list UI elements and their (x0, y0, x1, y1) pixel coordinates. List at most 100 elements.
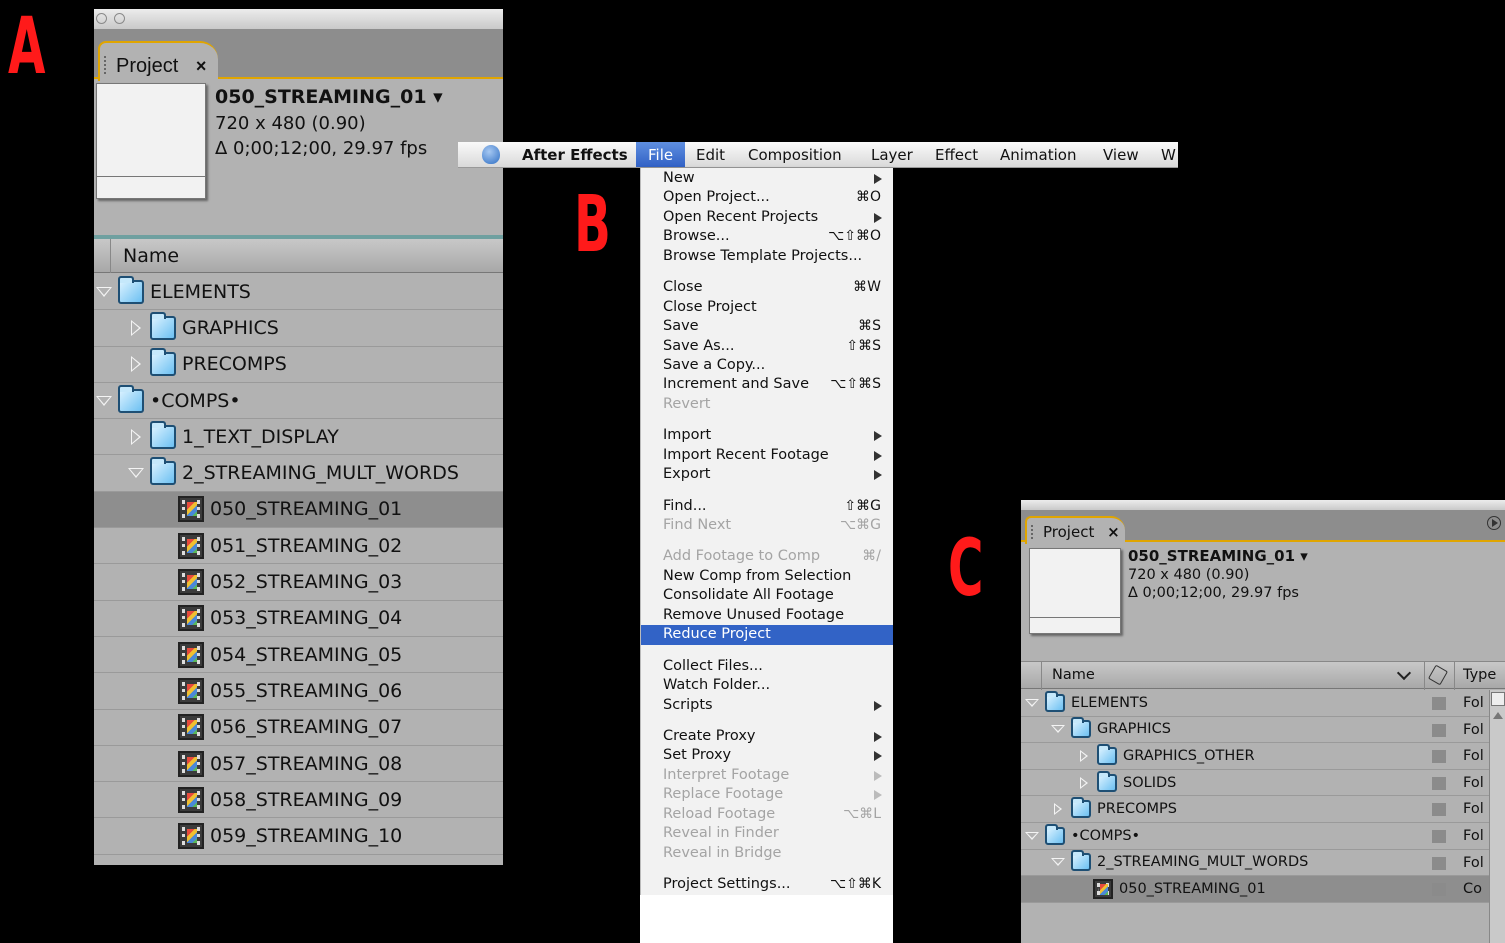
twirl-down-icon[interactable] (96, 395, 112, 406)
scrollbar[interactable] (1489, 690, 1505, 943)
minimize-window-icon[interactable] (114, 13, 125, 24)
twirl-down-icon[interactable] (96, 286, 112, 297)
menu-item-save-a-copy[interactable]: Save a Copy... (641, 356, 893, 375)
tree-row[interactable]: GRAPHICS_OTHER Fol (1021, 743, 1505, 770)
tree-row[interactable]: 050_STREAMING_01 Co (1021, 876, 1505, 903)
column-name[interactable]: Name (110, 239, 179, 273)
grip-icon[interactable] (1031, 525, 1033, 539)
menu-edit[interactable]: Edit (696, 142, 725, 167)
menu-item-watch-folder[interactable]: Watch Folder... (641, 676, 893, 695)
menu-item-increment-and-save[interactable]: Increment and Save ⌥⇧⌘S (641, 375, 893, 394)
menu-effect[interactable]: Effect (935, 142, 978, 167)
tree-row[interactable]: 057_STREAMING_08 (94, 746, 503, 783)
label-color-swatch[interactable] (1432, 829, 1446, 843)
apple-icon[interactable] (482, 145, 500, 164)
tree-row[interactable]: •COMPS• Fol (1021, 823, 1505, 850)
label-color-swatch[interactable] (1432, 856, 1446, 870)
tree-row[interactable]: PRECOMPS (94, 347, 503, 383)
menu-item-save-as[interactable]: Save As... ⇧⌘S (641, 337, 893, 356)
menu-item-close-project[interactable]: Close Project (641, 298, 893, 317)
menu-item-browse-template-projects[interactable]: Browse Template Projects... (641, 247, 893, 266)
tree-row[interactable]: 058_STREAMING_09 (94, 782, 503, 819)
column-type[interactable]: Type (1454, 662, 1496, 690)
label-color-swatch[interactable] (1432, 883, 1446, 897)
menu-item-reduce-project[interactable]: Reduce Project (641, 625, 893, 645)
flowchart-icon[interactable] (1491, 692, 1505, 706)
tab-close-icon[interactable]: × (1107, 523, 1120, 541)
tree-row[interactable]: 1_TEXT_DISPLAY (94, 419, 503, 456)
tree-row[interactable]: 059_STREAMING_10 (94, 818, 503, 855)
menu-item-set-proxy[interactable]: Set Proxy (641, 746, 893, 765)
close-window-icon[interactable] (96, 13, 107, 24)
menu-item-open-project[interactable]: Open Project... ⌘O (641, 188, 893, 207)
comp-name-dropdown[interactable]: 050_STREAMING_01 ▾ (1128, 546, 1308, 566)
tree-row[interactable]: GRAPHICS (94, 310, 503, 347)
menu-item-scripts[interactable]: Scripts (641, 696, 893, 715)
twirl-right-icon[interactable] (1080, 749, 1088, 762)
panel-menu-icon[interactable] (1487, 516, 1501, 530)
tree-row[interactable]: 2_STREAMING_MULT_WORDS Fol (1021, 850, 1505, 877)
menu-item-close[interactable]: Close ⌘W (641, 278, 893, 297)
tree-row[interactable]: 051_STREAMING_02 (94, 528, 503, 565)
label-color-swatch[interactable] (1432, 803, 1446, 817)
menu-separator (641, 535, 893, 547)
tree-row[interactable]: 055_STREAMING_06 (94, 673, 503, 710)
menu-item-create-proxy[interactable]: Create Proxy (641, 727, 893, 746)
menu-view[interactable]: View (1103, 142, 1139, 167)
menu-layer[interactable]: Layer (871, 142, 913, 167)
menu-item-collect-files[interactable]: Collect Files... (641, 657, 893, 676)
tree-row[interactable]: ELEMENTS Fol (1021, 690, 1505, 717)
menu-composition[interactable]: Composition (748, 142, 842, 167)
tree-row[interactable]: ELEMENTS (94, 274, 503, 311)
menu-item-label: Browse Template Projects... (663, 247, 863, 264)
menu-item-browse[interactable]: Browse... ⌥⇧⌘O (641, 227, 893, 246)
twirl-down-icon[interactable] (1051, 858, 1065, 867)
menu-app-name[interactable]: After Effects (522, 142, 628, 167)
twirl-right-icon[interactable] (131, 356, 141, 373)
tree-row[interactable]: 052_STREAMING_03 (94, 564, 503, 601)
scroll-up-icon[interactable] (1493, 712, 1503, 719)
twirl-right-icon[interactable] (1080, 776, 1088, 789)
menu-file[interactable]: File (636, 142, 686, 167)
tab-project[interactable]: Project × (1025, 516, 1125, 544)
menu-item-new-comp-from-selection[interactable]: New Comp from Selection (641, 567, 893, 586)
menu-item-remove-unused-footage[interactable]: Remove Unused Footage (641, 606, 893, 625)
grip-icon[interactable] (104, 56, 108, 74)
menu-item-export[interactable]: Export (641, 465, 893, 484)
menu-item-new[interactable]: New (641, 169, 893, 188)
twirl-down-icon[interactable] (1025, 698, 1039, 707)
twirl-down-icon[interactable] (1051, 725, 1065, 734)
label-color-swatch[interactable] (1432, 750, 1446, 764)
column-name[interactable]: Name (1041, 662, 1421, 690)
twirl-right-icon[interactable] (131, 319, 141, 336)
tree-row[interactable]: SOLIDS Fol (1021, 770, 1505, 797)
label-color-swatch[interactable] (1432, 697, 1446, 710)
menu-window[interactable]: W (1161, 142, 1176, 167)
tree-row[interactable]: PRECOMPS Fol (1021, 796, 1505, 823)
label-color-swatch[interactable] (1432, 776, 1446, 790)
twirl-down-icon[interactable] (1025, 831, 1039, 840)
tree-row[interactable]: 056_STREAMING_07 (94, 710, 503, 746)
menu-item-consolidate-all-footage[interactable]: Consolidate All Footage (641, 586, 893, 605)
menu-animation[interactable]: Animation (1000, 142, 1076, 167)
comp-name-dropdown[interactable]: 050_STREAMING_01 ▾ (215, 83, 443, 111)
menu-item-save[interactable]: Save ⌘S (641, 317, 893, 336)
tree-row[interactable]: 2_STREAMING_MULT_WORDS (94, 455, 503, 492)
tree-row[interactable]: 054_STREAMING_05 (94, 637, 503, 674)
menu-item-import[interactable]: Import (641, 426, 893, 445)
menu-item-find[interactable]: Find... ⇧⌘G (641, 497, 893, 516)
tree-row[interactable]: GRAPHICS Fol (1021, 717, 1505, 744)
menu-item-open-recent-projects[interactable]: Open Recent Projects (641, 208, 893, 227)
tree-row[interactable]: 053_STREAMING_04 (94, 601, 503, 637)
tab-project[interactable]: Project × (98, 41, 218, 81)
menu-item-project-settings[interactable]: Project Settings... ⌥⇧⌘K (641, 875, 893, 894)
twirl-right-icon[interactable] (131, 428, 141, 445)
twirl-right-icon[interactable] (1054, 803, 1062, 816)
tree-row[interactable]: •COMPS• (94, 383, 503, 420)
tab-close-icon[interactable]: × (196, 56, 207, 76)
menu-item-import-recent-footage[interactable]: Import Recent Footage (641, 446, 893, 465)
tree-row[interactable]: 050_STREAMING_01 (94, 491, 503, 529)
twirl-down-icon[interactable] (128, 468, 144, 479)
menu-separator (641, 863, 893, 875)
label-color-swatch[interactable] (1432, 723, 1446, 737)
